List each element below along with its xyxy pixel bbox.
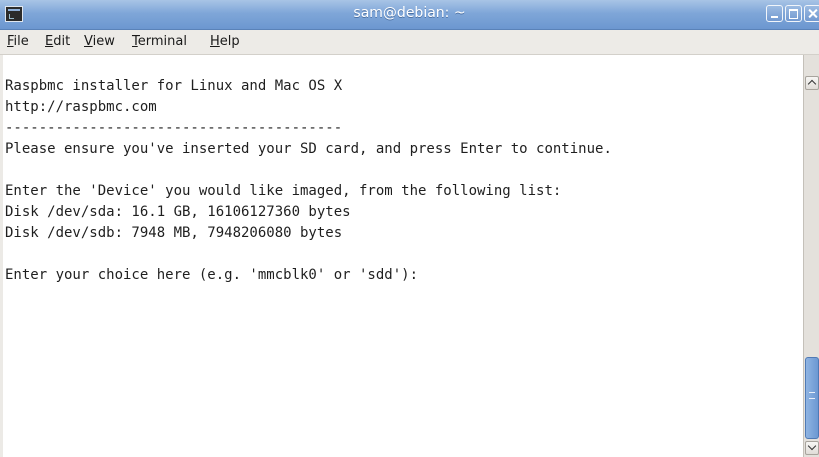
close-button[interactable] <box>804 5 819 22</box>
menu-terminal[interactable]: Terminal <box>132 34 187 49</box>
menu-edit-mnemonic: E <box>45 34 54 49</box>
menu-view-label: iew <box>92 34 115 49</box>
menu-file[interactable]: File <box>7 34 29 49</box>
menu-help-label: elp <box>219 34 240 49</box>
terminal-prompt-line: Enter your choice here (e.g. 'mmcblk0' o… <box>5 267 419 283</box>
terminal-line: Raspbmc installer for Linux and Mac OS X <box>5 78 343 94</box>
menu-bar: File Edit View Terminal Help <box>0 30 819 55</box>
terminal-line: Enter the 'Device' you would like imaged… <box>5 183 562 199</box>
menu-terminal-label: erminal <box>137 34 187 49</box>
menu-help-mnemonic: H <box>210 34 220 49</box>
vertical-scrollbar[interactable] <box>803 55 819 457</box>
scroll-down-arrow-icon[interactable] <box>805 441 819 455</box>
terminal-line: Disk /dev/sdb: 7948 MB, 7948206080 bytes <box>5 225 343 241</box>
title-bar[interactable]: sam@debian: ~ <box>0 0 819 30</box>
terminal-window: sam@debian: ~ File Edit View Terminal He… <box>0 0 819 457</box>
menu-view-mnemonic: V <box>84 34 93 49</box>
terminal-line: ---------------------------------------- <box>5 120 343 136</box>
window-title: sam@debian: ~ <box>353 5 466 21</box>
terminal-text: Raspbmc installer for Linux and Mac OS X… <box>5 76 612 286</box>
menu-help[interactable]: Help <box>210 34 240 49</box>
terminal-line: http://raspbmc.com <box>5 99 157 115</box>
terminal-line: Disk /dev/sda: 16.1 GB, 16106127360 byte… <box>5 204 351 220</box>
menu-edit-label: dit <box>53 34 71 49</box>
terminal-line: Please ensure you've inserted your SD ca… <box>5 141 612 157</box>
menu-edit[interactable]: Edit <box>45 34 70 49</box>
scroll-up-arrow-icon[interactable] <box>805 76 819 90</box>
minimize-button[interactable] <box>766 5 783 22</box>
menu-file-label: ile <box>13 34 29 49</box>
maximize-button[interactable] <box>785 5 802 22</box>
terminal-output[interactable]: Raspbmc installer for Linux and Mac OS X… <box>3 55 803 457</box>
scrollbar-thumb[interactable] <box>805 357 819 439</box>
menu-view[interactable]: View <box>84 34 115 49</box>
